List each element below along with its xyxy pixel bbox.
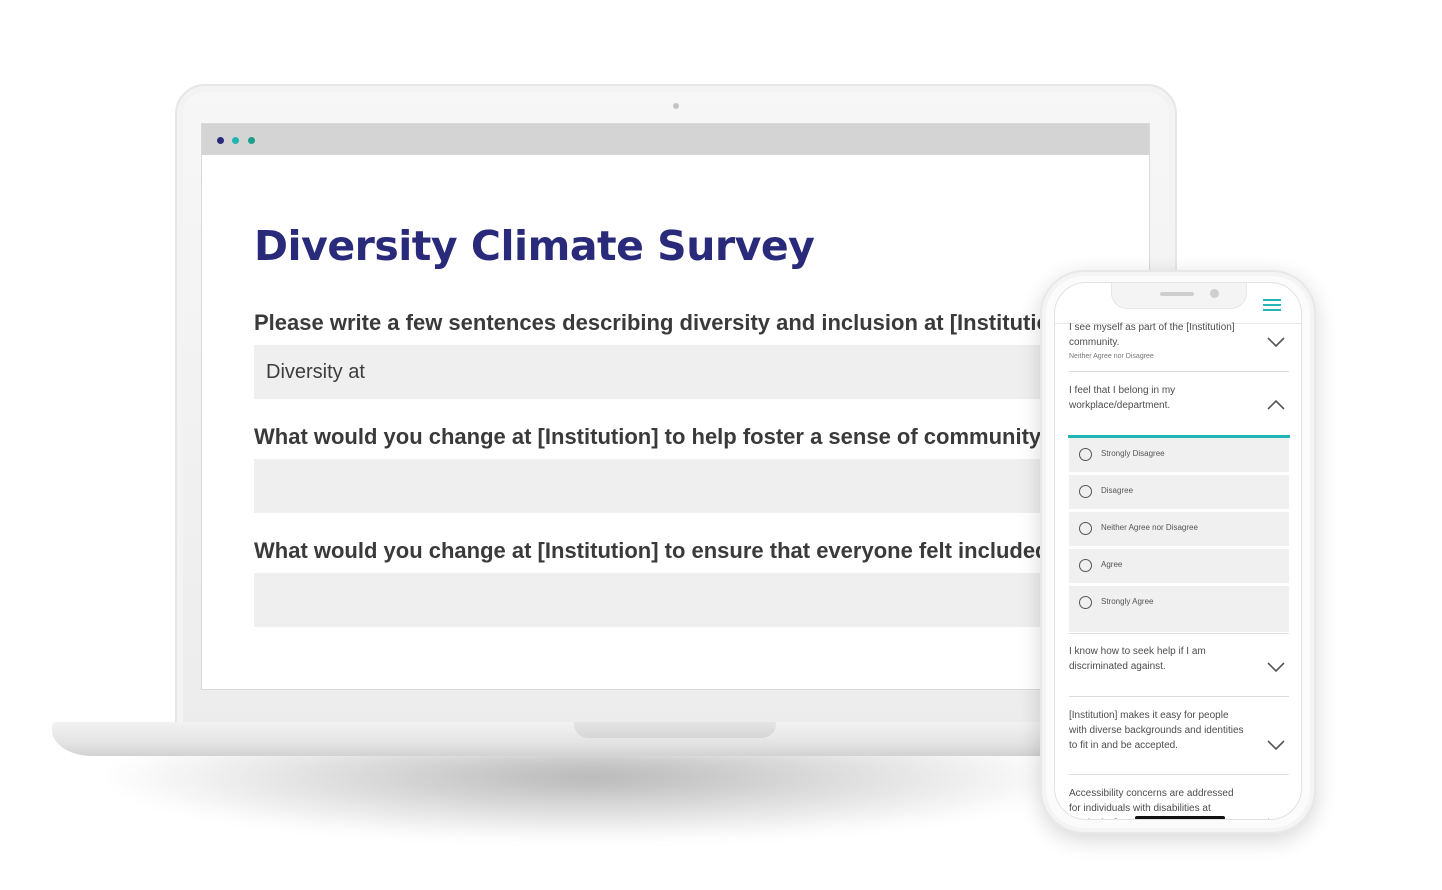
list-item[interactable]: I see myself as part of the [Institution… (1069, 320, 1289, 360)
phone-notch (1111, 283, 1247, 309)
laptop-shadow (110, 750, 1070, 840)
radio-option[interactable]: Disagree (1069, 475, 1289, 509)
item-text: I see myself as part of the [Institution… (1069, 322, 1235, 348)
chevron-down-icon[interactable] (1267, 739, 1285, 751)
laptop-screen: Diversity Climate Survey Please write a … (202, 124, 1149, 689)
item-divider (1069, 696, 1289, 697)
laptop-notch (574, 722, 776, 738)
hamburger-menu-icon[interactable] (1263, 299, 1281, 313)
radio-option[interactable]: Strongly Disagree (1069, 438, 1289, 472)
option-label: Strongly Disagree (1101, 449, 1165, 458)
item-text: I feel that I belong in my workplace/dep… (1069, 385, 1176, 411)
radio-button-icon[interactable] (1079, 485, 1092, 498)
radio-option[interactable]: Agree (1069, 549, 1289, 583)
radio-button-icon[interactable] (1079, 522, 1092, 535)
list-item[interactable]: I feel that I belong in my workplace/dep… (1069, 383, 1289, 413)
answer-input[interactable]: Diversity at (254, 345, 1149, 399)
item-divider (1069, 633, 1289, 634)
item-text: Accessibility concerns are addressed for… (1069, 788, 1234, 819)
option-label: Disagree (1101, 486, 1134, 495)
list-item[interactable]: I know how to seek help if I am discrimi… (1069, 644, 1289, 674)
radio-option[interactable]: Neither Agree nor Disagree (1069, 512, 1289, 546)
home-indicator[interactable] (1135, 816, 1225, 819)
item-text: [Institution] makes it easy for people w… (1069, 710, 1244, 751)
speaker-icon (1160, 292, 1194, 296)
item-divider (1069, 774, 1289, 775)
phone-screen: I see myself as part of the [Institution… (1054, 282, 1302, 820)
option-label: Agree (1101, 560, 1123, 569)
list-item[interactable]: Accessibility concerns are addressed for… (1069, 786, 1289, 819)
browser-title-bar (202, 124, 1149, 155)
answer-input[interactable] (254, 573, 1149, 627)
window-dot-icon[interactable] (248, 137, 255, 144)
option-label: Strongly Agree (1101, 597, 1154, 606)
item-text: I know how to seek help if I am discrimi… (1069, 646, 1206, 672)
window-dot-icon[interactable] (232, 137, 239, 144)
webcam-icon (673, 103, 679, 109)
chevron-down-icon[interactable] (1267, 661, 1285, 673)
page-title: Diversity Climate Survey (254, 222, 815, 270)
answer-input[interactable] (254, 459, 1149, 513)
radio-button-icon[interactable] (1079, 559, 1092, 572)
option-label: Neither Agree nor Disagree (1101, 523, 1198, 532)
chevron-up-icon[interactable] (1267, 399, 1285, 411)
question-label: What would you change at [Institution] t… (254, 424, 1055, 449)
radio-option[interactable]: Strongly Agree (1069, 586, 1289, 632)
chevron-down-icon[interactable] (1267, 336, 1285, 348)
radio-button-icon[interactable] (1079, 448, 1092, 461)
camera-icon (1210, 289, 1219, 298)
radio-button-icon[interactable] (1079, 596, 1092, 609)
window-dot-icon[interactable] (217, 137, 224, 144)
item-divider (1069, 371, 1289, 372)
question-label: Please write a few sentences describing … (254, 310, 1071, 335)
selected-answer: Neither Agree nor Disagree (1069, 353, 1154, 360)
question-label: What would you change at [Institution] t… (254, 538, 1062, 563)
list-item[interactable]: [Institution] makes it easy for people w… (1069, 708, 1289, 753)
